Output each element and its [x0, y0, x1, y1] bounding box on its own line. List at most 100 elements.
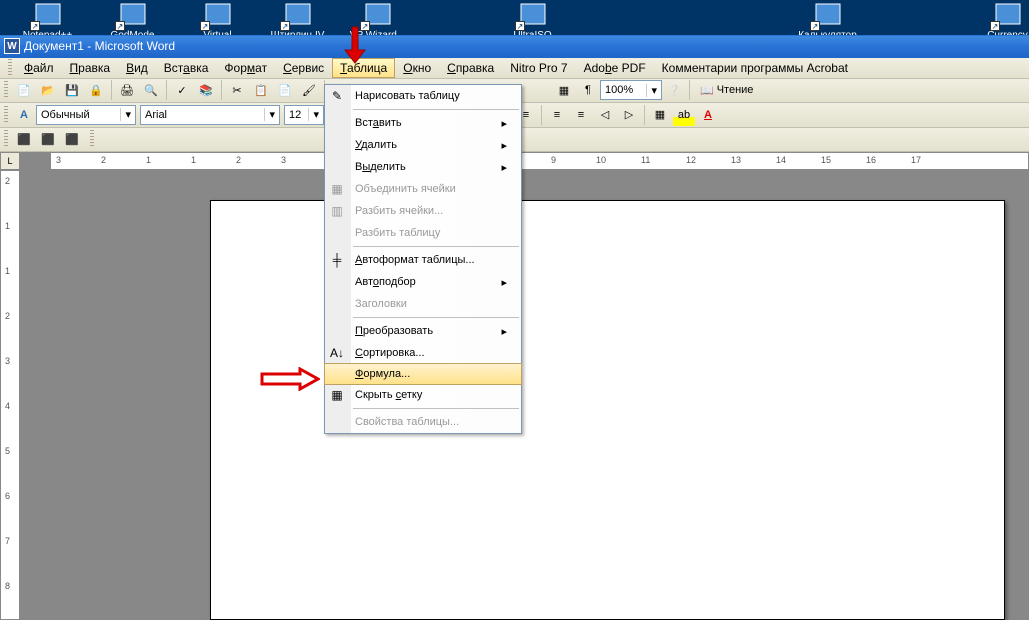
ruler-mark: 4	[5, 401, 10, 411]
spellcheck-button[interactable]: ✓	[171, 79, 193, 101]
toolbar-handle[interactable]	[4, 106, 8, 124]
font-value: Arial	[145, 109, 167, 121]
menu-item[interactable]: Удалить▸	[325, 134, 521, 156]
ruler-mark: 3	[281, 155, 286, 165]
pdf-button-2[interactable]: ⬛	[37, 128, 59, 150]
read-mode-button[interactable]: 📖 Чтение	[694, 79, 759, 101]
window-title: Документ1 - Microsoft Word	[24, 39, 175, 53]
copy-button[interactable]: 📋	[250, 79, 272, 101]
font-dropdown[interactable]: Arial ▾	[140, 105, 280, 125]
research-button[interactable]: 📚	[195, 79, 217, 101]
menu-item-label: Объединить ячейки	[355, 183, 456, 195]
ruler-mark: 1	[191, 155, 196, 165]
print-button[interactable]: 🖨	[116, 79, 138, 101]
menu-item[interactable]: ✎Нарисовать таблицу	[325, 85, 521, 107]
menu-item[interactable]: Вставить▸	[325, 112, 521, 134]
menu-item[interactable]: Вид	[118, 58, 156, 78]
help-button[interactable]: ❔	[663, 79, 685, 101]
show-marks-button[interactable]: ¶	[577, 79, 599, 101]
pdf-button-1[interactable]: ⬛	[13, 128, 35, 150]
shortcut-arrow-icon: ↗	[280, 21, 290, 31]
cut-button[interactable]: ✂	[226, 79, 248, 101]
menu-item[interactable]: Сервис	[275, 58, 332, 78]
chevron-down-icon: ▾	[264, 108, 275, 121]
ruler-mark: 11	[641, 155, 650, 165]
menu-item[interactable]: Правка	[62, 58, 119, 78]
highlight-button[interactable]: ab	[673, 104, 695, 126]
menu-item[interactable]: Окно	[395, 58, 439, 78]
ruler-mark: 14	[776, 155, 786, 165]
shortcut-arrow-icon: ↗	[515, 21, 525, 31]
ruler-mark: 9	[551, 155, 556, 165]
menu-item-label: Автоформат таблицы...	[355, 254, 475, 266]
open-button[interactable]: 📂	[37, 79, 59, 101]
permissions-button[interactable]: 🔒	[85, 79, 107, 101]
menu-item[interactable]: Комментарии программы Acrobat	[654, 58, 856, 78]
document-canvas[interactable]	[20, 170, 1029, 620]
ruler-corner[interactable]: L	[0, 152, 20, 170]
toolbar-handle[interactable]	[8, 59, 12, 77]
ruler-horizontal[interactable]: 3211234567891011121314151617	[50, 152, 1029, 170]
table-dropdown-menu: ✎Нарисовать таблицуВставить▸Удалить▸Выде…	[324, 84, 522, 434]
decrease-indent-button[interactable]: ◁	[594, 104, 616, 126]
red-arrow-right-annotation	[260, 367, 320, 391]
menu-item[interactable]: Формула...	[324, 363, 522, 385]
ruler-mark: 2	[5, 311, 10, 321]
ruler-mark: 2	[101, 155, 106, 165]
ruler-vertical[interactable]: 2112345678	[0, 170, 20, 620]
ruler-mark: 17	[911, 155, 921, 165]
ruler-mark: 2	[236, 155, 241, 165]
submenu-arrow-icon: ▸	[501, 276, 507, 289]
menu-item[interactable]: Вставка	[156, 58, 217, 78]
menu-item-label: Удалить	[355, 139, 397, 151]
menu-item[interactable]: Adobe PDF	[576, 58, 654, 78]
paste-button[interactable]: 📄	[274, 79, 296, 101]
menu-item: Разбить таблицу	[325, 222, 521, 244]
menu-item[interactable]: ╪Автоформат таблицы...	[325, 249, 521, 271]
menu-item[interactable]: Преобразовать▸	[325, 320, 521, 342]
styles-pane-button[interactable]: A	[13, 104, 35, 126]
menu-item[interactable]: Справка	[439, 58, 502, 78]
titlebar[interactable]: W Документ1 - Microsoft Word	[0, 35, 1029, 58]
toolbar-handle[interactable]	[4, 81, 8, 99]
pdf-button-3[interactable]: ⬛	[61, 128, 83, 150]
red-arrow-down-annotation	[340, 25, 370, 65]
shortcut-arrow-icon: ↗	[200, 21, 210, 31]
borders-button[interactable]: ▦	[649, 104, 671, 126]
menu-item[interactable]: ▦Скрыть сетку	[325, 384, 521, 406]
ruler-mark: 5	[5, 446, 10, 456]
style-dropdown[interactable]: Обычный ▾	[36, 105, 136, 125]
increase-indent-button[interactable]: ▷	[618, 104, 640, 126]
menu-item-label: Разбить ячейки...	[355, 205, 443, 217]
menu-separator	[353, 317, 519, 318]
menu-item-label: Преобразовать	[355, 325, 433, 337]
menu-item[interactable]: Выделить▸	[325, 156, 521, 178]
menu-item[interactable]: Nitro Pro 7	[502, 58, 575, 78]
menu-item-icon: A↓	[328, 344, 346, 362]
save-button[interactable]: 💾	[61, 79, 83, 101]
menu-item-label: Разбить таблицу	[355, 227, 440, 239]
menu-item-label: Автоподбор	[355, 276, 416, 288]
toolbar-handle[interactable]	[4, 130, 8, 148]
menu-item-label: Нарисовать таблицу	[355, 90, 460, 102]
bulleted-list-button[interactable]: ≡	[570, 104, 592, 126]
menu-item[interactable]: Автоподбор ▸	[325, 271, 521, 293]
submenu-arrow-icon: ▸	[501, 161, 507, 174]
print-preview-button[interactable]: 🔍	[140, 79, 162, 101]
chevron-down-icon: ▾	[646, 84, 657, 97]
menu-item[interactable]: A↓Сортировка...	[325, 342, 521, 364]
new-doc-button[interactable]: 📄	[13, 79, 35, 101]
ruler-mark: 1	[5, 221, 10, 231]
zoom-dropdown[interactable]: 100% ▾	[600, 80, 662, 100]
font-color-button[interactable]: A	[697, 104, 719, 126]
style-value: Обычный	[41, 109, 90, 121]
size-dropdown[interactable]: 12 ▾	[284, 105, 324, 125]
menu-item[interactable]: Формат	[216, 58, 275, 78]
numbered-list-button[interactable]: ≡	[546, 104, 568, 126]
format-painter-button[interactable]: 🖌	[298, 79, 320, 101]
shortcut-arrow-icon: ↗	[115, 21, 125, 31]
toolbar-handle[interactable]	[90, 130, 94, 148]
menu-item[interactable]: Файл	[16, 58, 62, 78]
columns-button[interactable]: ▦	[553, 79, 575, 101]
menu-item-label: Свойства таблицы...	[355, 416, 459, 428]
